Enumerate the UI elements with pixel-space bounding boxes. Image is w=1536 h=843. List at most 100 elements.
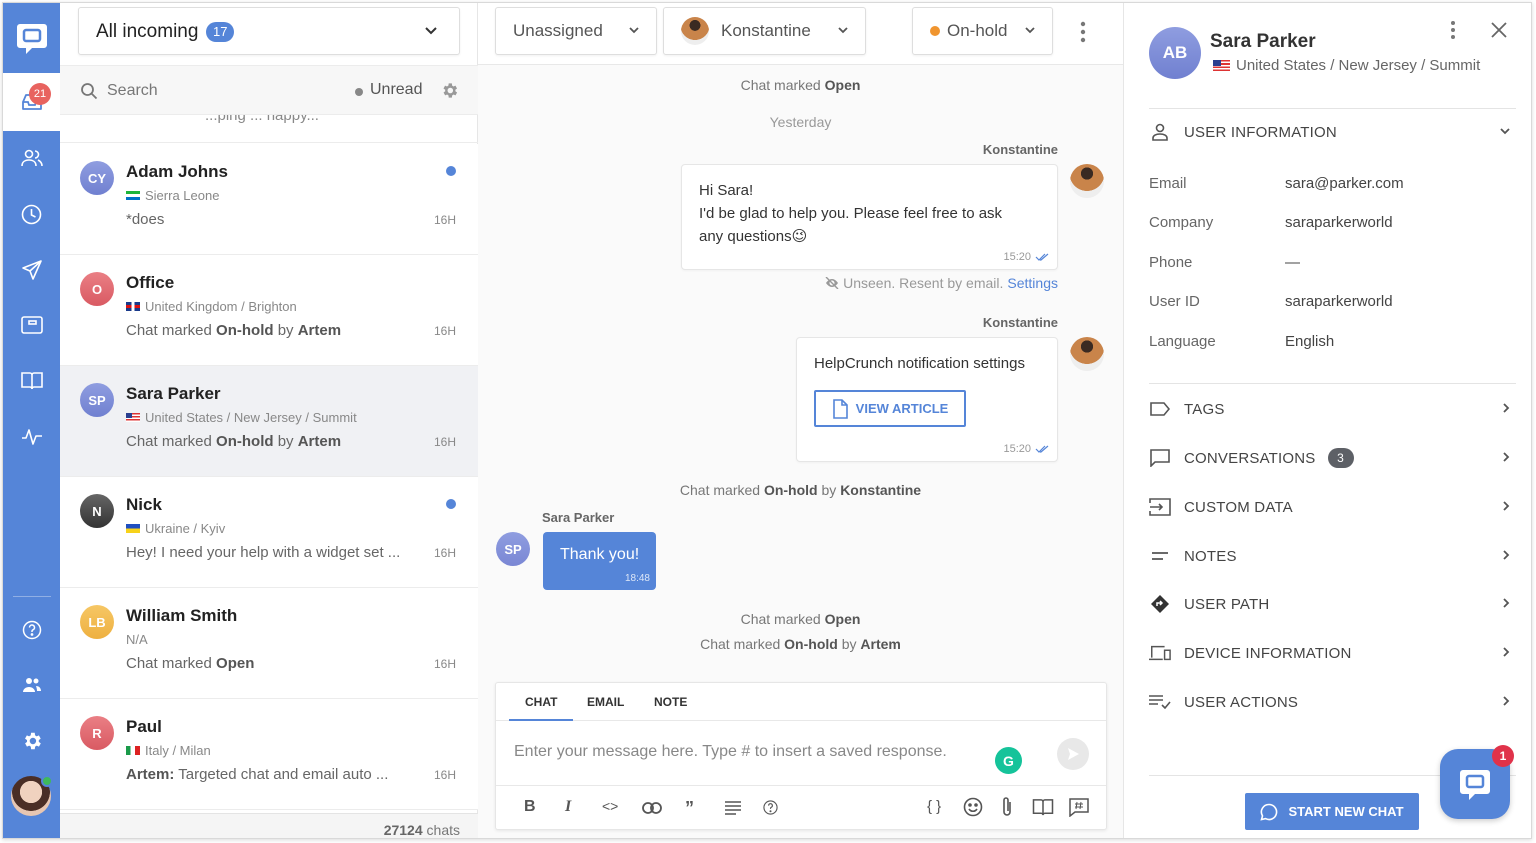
flag-uk-icon — [126, 302, 140, 311]
language-value[interactable]: English — [1285, 333, 1334, 350]
nav-contacts[interactable] — [3, 138, 60, 178]
contact-name: Sara Parker — [126, 384, 221, 403]
section-conversations[interactable]: CONVERSATIONS 3 — [1149, 443, 1516, 473]
clock-icon — [21, 204, 42, 224]
user-id-value[interactable]: saraparkerworld — [1285, 293, 1393, 310]
nav-history[interactable] — [3, 194, 60, 234]
nav-campaigns[interactable] — [3, 250, 60, 290]
conversation-list-panel: All incoming 17 Search Unread ...ping ..… — [60, 3, 478, 838]
formatting-toolbar: B I <> ” { } — [496, 785, 1106, 829]
section-user-path[interactable]: USER PATH — [1149, 589, 1516, 619]
inbox-filter-dropdown[interactable]: All incoming 17 — [78, 7, 460, 55]
import-icon — [1149, 498, 1171, 516]
conversation-item-william-smith[interactable]: LB William Smith N/A Chat marked Open 16… — [60, 588, 478, 699]
bold-icon[interactable]: B — [524, 798, 536, 816]
window-icon — [20, 316, 43, 334]
contact-location: United Kingdom / Brighton — [126, 299, 297, 314]
more-options-icon[interactable] — [1080, 21, 1086, 43]
nav-widget[interactable] — [3, 305, 60, 345]
italic-icon[interactable]: I — [565, 798, 571, 816]
chevron-right-icon — [1503, 452, 1510, 462]
message-text: Thank you! — [560, 546, 640, 563]
variables-icon[interactable]: { } — [927, 798, 941, 815]
knowledge-base-icon[interactable] — [1032, 798, 1054, 817]
message-sender: Konstantine — [982, 315, 1058, 330]
section-device-information[interactable]: DEVICE INFORMATION — [1149, 638, 1516, 668]
chevron-right-icon — [1503, 696, 1510, 706]
section-custom-data[interactable]: CUSTOM DATA — [1149, 492, 1516, 522]
directions-icon — [1151, 595, 1169, 613]
chevron-right-icon — [1503, 403, 1510, 413]
system-event: Chat marked On-hold by Artem — [700, 636, 901, 652]
chat-panel: Unassigned Konstantine On-hold Chat mark… — [478, 3, 1123, 838]
search-input[interactable]: Search — [107, 82, 158, 100]
close-icon[interactable] — [1490, 21, 1508, 39]
more-options-icon[interactable] — [1450, 20, 1456, 40]
nav-settings[interactable] — [3, 721, 60, 761]
notification-settings-link[interactable]: Settings — [1007, 275, 1058, 291]
system-event: Chat marked On-hold by Konstantine — [679, 482, 922, 498]
tab-chat[interactable]: CHAT — [508, 695, 575, 721]
divider — [1149, 383, 1516, 384]
link-icon[interactable] — [642, 802, 662, 814]
help-icon[interactable] — [763, 800, 778, 815]
location-text: United Kingdom / Brighton — [145, 299, 297, 314]
unread-dot-icon — [355, 88, 363, 96]
start-new-chat-button[interactable]: START NEW CHAT — [1245, 793, 1419, 830]
quote-icon[interactable]: ” — [685, 798, 694, 819]
agent-assign-dropdown[interactable]: Konstantine — [663, 7, 866, 55]
contact-name: Nick — [126, 495, 162, 514]
inbox-filter-label: All incoming — [96, 21, 199, 42]
unread-filter-toggle[interactable]: Unread — [370, 81, 422, 99]
chat-bubble-icon — [1260, 803, 1278, 821]
view-article-button[interactable]: VIEW ARTICLE — [814, 390, 966, 427]
nav-team[interactable] — [3, 665, 60, 705]
nav-help[interactable] — [3, 610, 60, 650]
phone-value[interactable]: — — [1285, 254, 1300, 271]
section-user-actions[interactable]: USER ACTIONS — [1149, 687, 1516, 717]
user-information-section-header[interactable]: USER INFORMATION — [1149, 117, 1516, 147]
grammarly-icon[interactable]: G — [995, 747, 1022, 774]
tab-note[interactable]: NOTE — [654, 695, 687, 709]
inbox-badge: 21 — [29, 83, 51, 105]
email-value[interactable]: sara@parker.com — [1285, 175, 1404, 192]
list-footer: 27124 chats — [60, 813, 478, 838]
chevron-down-icon — [425, 27, 437, 35]
conversation-item-nick[interactable]: N Nick Ukraine / Kyiv Hey! I need your h… — [60, 477, 478, 588]
list-settings-gear-icon[interactable] — [440, 81, 459, 100]
nav-knowledge-base[interactable] — [3, 361, 60, 401]
search-icon — [81, 83, 98, 100]
inbox-filter-count: 17 — [206, 22, 235, 42]
chevron-right-icon — [1503, 550, 1510, 560]
last-message: Chat marked On-hold by Artem — [126, 433, 342, 450]
conversation-item-adam-johns[interactable]: CY Adam Johns Sierra Leone *does 16H — [60, 144, 478, 255]
align-icon[interactable] — [725, 801, 741, 815]
agent-avatar — [681, 17, 709, 45]
conversation-item-office[interactable]: O Office United Kingdom / Brighton Chat … — [60, 255, 478, 366]
conversation-item-paul[interactable]: R Paul Italy / Milan Artem: Targeted cha… — [60, 699, 478, 810]
section-tags[interactable]: TAGS — [1149, 394, 1516, 424]
emoji-icon[interactable] — [963, 797, 983, 817]
team-assign-label: Unassigned — [513, 21, 603, 40]
tab-email[interactable]: EMAIL — [587, 695, 624, 709]
logo[interactable] — [3, 3, 60, 73]
visitor-message: Thank you! 18:48 — [543, 532, 656, 590]
team-assign-dropdown[interactable]: Unassigned — [495, 7, 657, 55]
saved-response-icon[interactable] — [1069, 798, 1089, 817]
send-button[interactable] — [1057, 738, 1089, 770]
status-dropdown[interactable]: On-hold — [912, 7, 1053, 55]
agent-assign-label: Konstantine — [721, 21, 811, 40]
chevron-right-icon — [1503, 647, 1510, 657]
flag-italy-icon — [126, 746, 140, 755]
message-input[interactable]: Enter your message here. Type # to inser… — [514, 743, 947, 761]
divider — [1149, 108, 1516, 109]
section-notes[interactable]: NOTES — [1149, 541, 1516, 571]
code-icon[interactable]: <> — [602, 798, 618, 814]
attachment-icon[interactable] — [1001, 796, 1013, 818]
flag-ukraine-icon — [126, 524, 140, 533]
nav-activity[interactable] — [3, 417, 60, 457]
conversation-item-sara-parker[interactable]: SP Sara Parker United States / New Jerse… — [60, 366, 478, 477]
message-time: 16H — [433, 768, 456, 782]
avatar: SP — [80, 383, 114, 417]
company-value[interactable]: saraparkerworld — [1285, 214, 1393, 231]
